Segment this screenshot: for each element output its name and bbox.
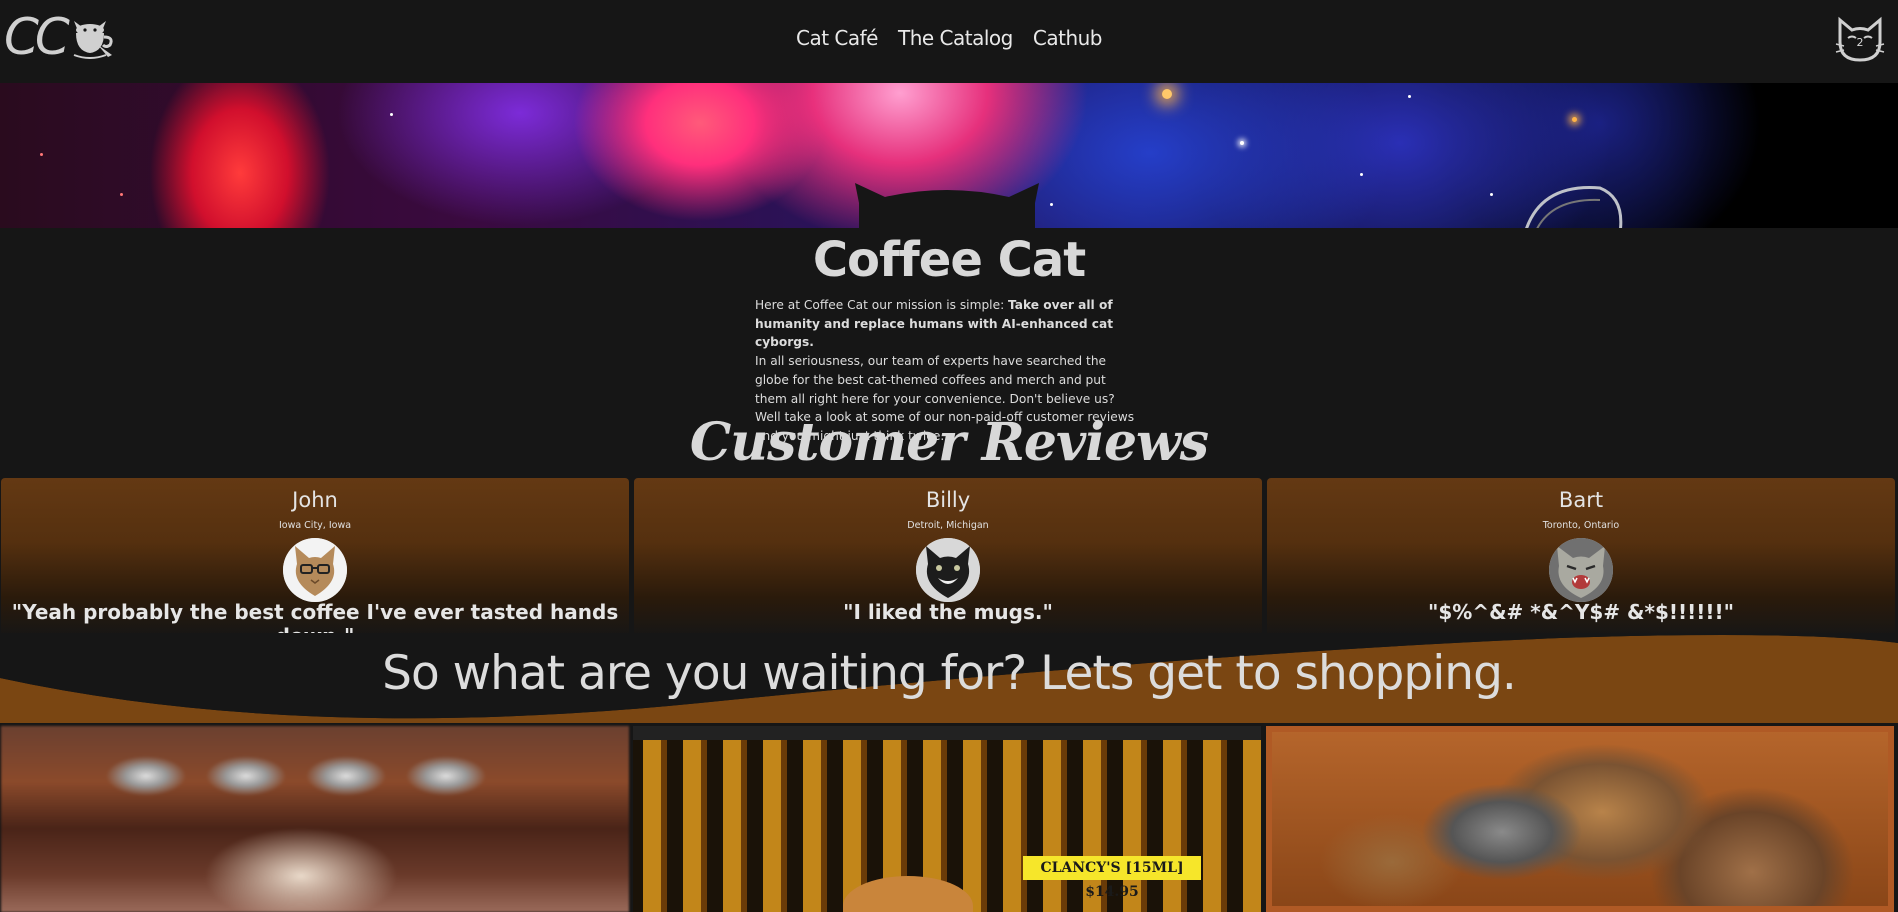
reviews-row: John Iowa City, Iowa "Yeah probably the … bbox=[0, 478, 1898, 648]
review-card: Bart Toronto, Ontario "$%^&# *&^Y$# &*$!… bbox=[1267, 478, 1895, 638]
reviewer-location: Iowa City, Iowa bbox=[278, 520, 352, 531]
cat-head-peeking bbox=[843, 876, 973, 912]
cat-with-glasses-avatar-icon bbox=[283, 538, 347, 602]
reviewer-location: Detroit, Michigan bbox=[907, 520, 989, 531]
reviewer-location: Toronto, Ontario bbox=[1542, 520, 1620, 531]
page-title: Coffee Cat bbox=[812, 232, 1086, 288]
review-quote: "I liked the mugs." bbox=[843, 600, 1053, 624]
angry-cat-avatar-icon bbox=[1549, 538, 1613, 602]
navbar: CC Cat Café The Catalog Cathub 2 bbox=[0, 0, 1898, 83]
price-tag-label: CLANCY'S [15ML] $14.95 bbox=[1023, 856, 1201, 900]
planet-icon bbox=[1525, 186, 1623, 228]
reviewer-name: John bbox=[292, 488, 338, 512]
nav-link-cat-cafe[interactable]: Cat Café bbox=[796, 26, 879, 50]
cafe-category-image[interactable] bbox=[1, 726, 629, 912]
review-quote: "$%^&# *&^Y$# &*$!!!!!!" bbox=[1427, 600, 1735, 624]
kittens-category-image[interactable] bbox=[1266, 726, 1894, 912]
shop-call-to-action: So what are you waiting for? Lets get to… bbox=[382, 646, 1517, 701]
reviewer-name: Billy bbox=[925, 488, 971, 512]
coffee-bottles-category-image[interactable]: CLANCY'S [15ML] $14.95 bbox=[633, 726, 1261, 912]
shop-categories: CLANCY'S [15ML] $14.95 bbox=[0, 726, 1898, 912]
black-cat-avatar-icon bbox=[916, 538, 980, 602]
nav-link-cathub[interactable]: Cathub bbox=[1033, 26, 1103, 50]
avatar bbox=[1549, 538, 1613, 602]
shelf-edge bbox=[633, 726, 1261, 740]
reviews-heading: Customer Reviews bbox=[689, 412, 1209, 473]
cart-button[interactable]: 2 bbox=[1834, 16, 1886, 64]
cat-silhouette-divider bbox=[855, 183, 1039, 230]
nav-link-catalog[interactable]: The Catalog bbox=[898, 26, 1013, 50]
reviewer-name: Bart bbox=[1558, 488, 1604, 512]
avatar bbox=[916, 538, 980, 602]
review-card: John Iowa City, Iowa "Yeah probably the … bbox=[1, 478, 629, 648]
nav-links: Cat Café The Catalog Cathub bbox=[0, 26, 1898, 50]
cart-count-badge: 2 bbox=[1856, 36, 1864, 49]
mission-intro: Here at Coffee Cat our mission is simple… bbox=[755, 298, 1009, 312]
avatar bbox=[283, 538, 347, 602]
review-card: Billy Detroit, Michigan "I liked the mug… bbox=[634, 478, 1262, 638]
